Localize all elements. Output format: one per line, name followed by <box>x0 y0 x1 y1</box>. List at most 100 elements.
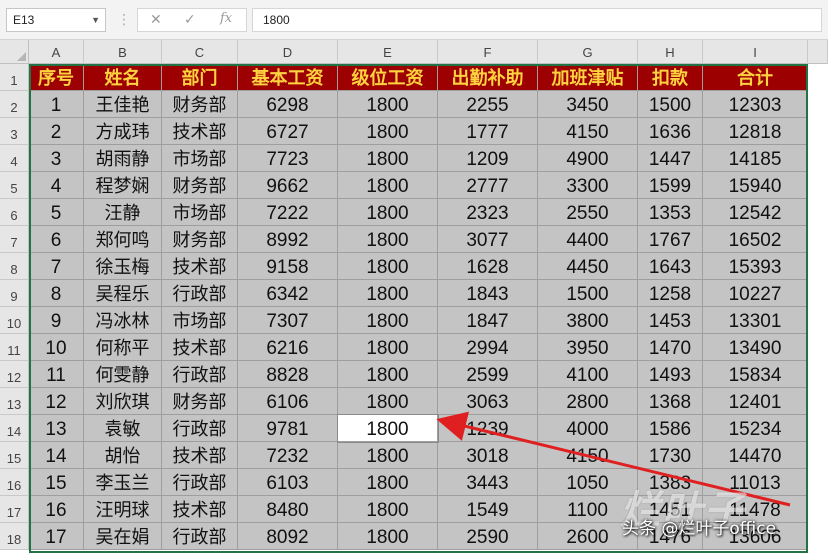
table-cell[interactable]: 行政部 <box>162 523 238 550</box>
table-cell[interactable]: 1800 <box>338 361 438 388</box>
row-header-7[interactable]: 7 <box>0 226 29 253</box>
table-cell[interactable]: 1453 <box>638 307 703 334</box>
header-cell[interactable]: 合计 <box>703 64 808 91</box>
table-cell[interactable]: 技术部 <box>162 118 238 145</box>
row-header-6[interactable]: 6 <box>0 199 29 226</box>
header-cell[interactable]: 出勤补助 <box>438 64 538 91</box>
table-cell[interactable]: 1800 <box>338 307 438 334</box>
table-cell[interactable]: 14185 <box>703 145 808 172</box>
table-cell[interactable]: 2 <box>29 118 84 145</box>
table-cell[interactable]: 15393 <box>703 253 808 280</box>
column-header-e[interactable]: E <box>338 40 438 64</box>
table-cell[interactable]: 汪明球 <box>84 496 162 523</box>
fx-icon[interactable]: fx <box>220 11 232 26</box>
table-cell[interactable]: 1549 <box>438 496 538 523</box>
table-cell[interactable]: 1800 <box>338 334 438 361</box>
table-cell[interactable]: 1586 <box>638 415 703 442</box>
table-cell[interactable]: 王佳艳 <box>84 91 162 118</box>
header-cell[interactable]: 基本工资 <box>238 64 338 91</box>
table-cell[interactable]: 财务部 <box>162 172 238 199</box>
row-header-16[interactable]: 16 <box>0 469 29 496</box>
table-cell[interactable]: 7232 <box>238 442 338 469</box>
table-cell[interactable]: 2800 <box>538 388 638 415</box>
row-header-14[interactable]: 14 <box>0 415 29 442</box>
row-header-9[interactable]: 9 <box>0 280 29 307</box>
table-cell[interactable]: 4100 <box>538 361 638 388</box>
table-cell[interactable]: 14 <box>29 442 84 469</box>
table-cell[interactable]: 1209 <box>438 145 538 172</box>
table-cell[interactable]: 技术部 <box>162 334 238 361</box>
table-cell[interactable]: 4150 <box>538 442 638 469</box>
table-cell[interactable]: 1239 <box>438 415 538 442</box>
table-cell[interactable]: 8992 <box>238 226 338 253</box>
table-cell[interactable]: 冯冰林 <box>84 307 162 334</box>
column-header-h[interactable]: H <box>638 40 703 64</box>
table-cell[interactable]: 6298 <box>238 91 338 118</box>
table-cell[interactable]: 2599 <box>438 361 538 388</box>
table-cell[interactable]: 行政部 <box>162 361 238 388</box>
table-cell[interactable]: 1353 <box>638 199 703 226</box>
table-cell[interactable]: 1800 <box>338 442 438 469</box>
table-cell[interactable]: 4 <box>29 172 84 199</box>
table-cell[interactable]: 8 <box>29 280 84 307</box>
header-cell[interactable]: 序号 <box>29 64 84 91</box>
table-cell[interactable]: 13301 <box>703 307 808 334</box>
table-cell[interactable]: 行政部 <box>162 469 238 496</box>
table-cell[interactable]: 6103 <box>238 469 338 496</box>
table-cell[interactable]: 2994 <box>438 334 538 361</box>
table-cell[interactable]: 1493 <box>638 361 703 388</box>
select-all-button[interactable] <box>0 40 29 64</box>
name-box[interactable]: E13 ▼ <box>6 8 106 32</box>
column-header-f[interactable]: F <box>438 40 538 64</box>
table-cell[interactable]: 3063 <box>438 388 538 415</box>
table-cell[interactable]: 12542 <box>703 199 808 226</box>
table-cell[interactable]: 4000 <box>538 415 638 442</box>
table-cell[interactable]: 14470 <box>703 442 808 469</box>
table-cell[interactable]: 何称平 <box>84 334 162 361</box>
table-cell[interactable]: 程梦娴 <box>84 172 162 199</box>
table-cell[interactable]: 1258 <box>638 280 703 307</box>
table-cell[interactable]: 6 <box>29 226 84 253</box>
table-cell[interactable]: 1500 <box>638 91 703 118</box>
row-header-13[interactable]: 13 <box>0 388 29 415</box>
row-header-18[interactable]: 18 <box>0 523 29 550</box>
table-cell[interactable]: 1 <box>29 91 84 118</box>
table-cell[interactable]: 15234 <box>703 415 808 442</box>
table-cell[interactable]: 1800 <box>338 226 438 253</box>
row-header-11[interactable]: 11 <box>0 334 29 361</box>
table-cell[interactable]: 12401 <box>703 388 808 415</box>
row-header-2[interactable]: 2 <box>0 91 29 118</box>
table-cell[interactable]: 刘欣琪 <box>84 388 162 415</box>
table-cell[interactable]: 何雯静 <box>84 361 162 388</box>
column-header-i[interactable]: I <box>703 40 808 64</box>
header-cell[interactable]: 部门 <box>162 64 238 91</box>
table-cell[interactable]: 10 <box>29 334 84 361</box>
table-cell[interactable]: 16 <box>29 496 84 523</box>
table-cell[interactable]: 1767 <box>638 226 703 253</box>
table-cell[interactable]: 2550 <box>538 199 638 226</box>
table-cell[interactable]: 1643 <box>638 253 703 280</box>
table-cell[interactable]: 1500 <box>538 280 638 307</box>
table-cell[interactable]: 9158 <box>238 253 338 280</box>
table-cell[interactable]: 7 <box>29 253 84 280</box>
table-cell[interactable]: 3 <box>29 145 84 172</box>
table-cell[interactable]: 财务部 <box>162 388 238 415</box>
table-cell[interactable]: 9662 <box>238 172 338 199</box>
table-cell[interactable]: 5 <box>29 199 84 226</box>
table-cell[interactable]: 2323 <box>438 199 538 226</box>
table-cell[interactable]: 3443 <box>438 469 538 496</box>
table-cell[interactable]: 市场部 <box>162 307 238 334</box>
table-cell[interactable]: 15940 <box>703 172 808 199</box>
table-cell[interactable]: 4450 <box>538 253 638 280</box>
close-icon[interactable]: ✕ <box>150 11 162 28</box>
table-cell[interactable]: 4150 <box>538 118 638 145</box>
row-header-12[interactable]: 12 <box>0 361 29 388</box>
table-cell[interactable]: 汪静 <box>84 199 162 226</box>
table-cell[interactable]: 1800 <box>338 253 438 280</box>
column-header-g[interactable]: G <box>538 40 638 64</box>
table-cell[interactable]: 7723 <box>238 145 338 172</box>
table-cell[interactable]: 1800 <box>338 118 438 145</box>
formula-input[interactable]: 1800 <box>252 8 822 32</box>
column-header-c[interactable]: C <box>162 40 238 64</box>
header-cell[interactable]: 级位工资 <box>338 64 438 91</box>
